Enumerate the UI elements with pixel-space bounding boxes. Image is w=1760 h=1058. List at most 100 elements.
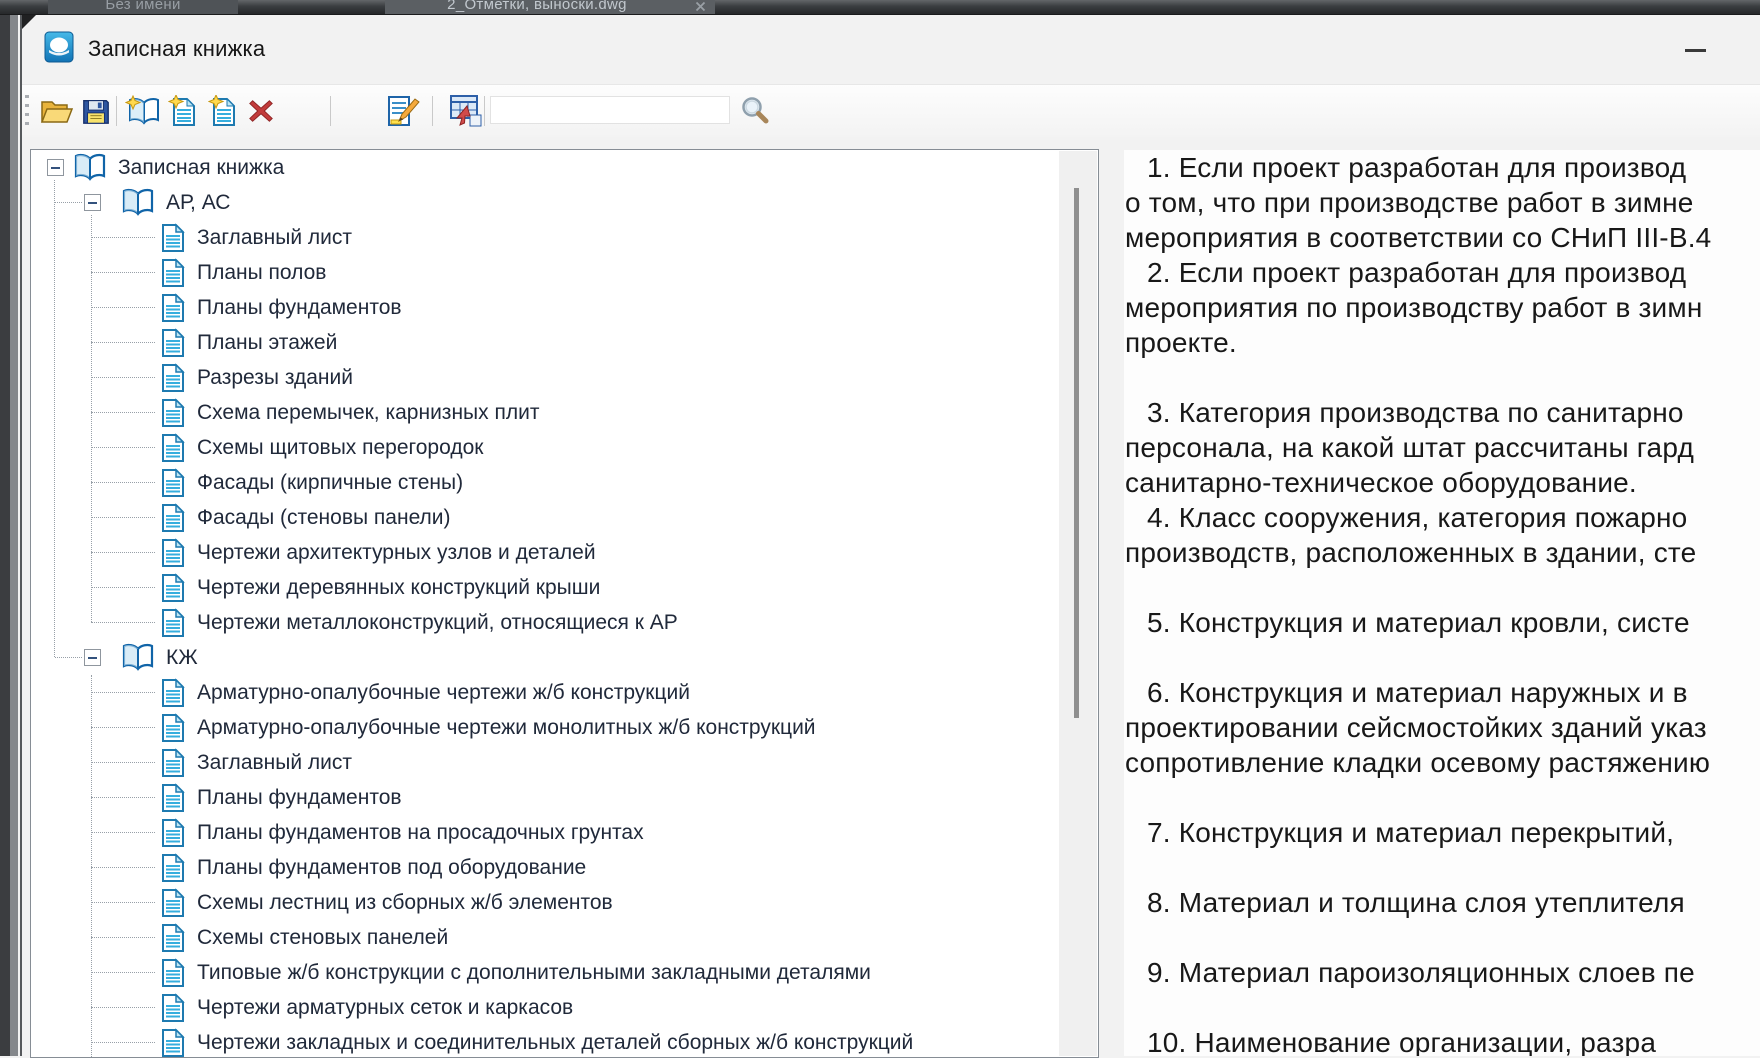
tree-item[interactable]: Разрезы зданий <box>31 360 1098 395</box>
tree-scrollbar[interactable] <box>1059 151 1097 1056</box>
tab-unnamed[interactable]: Без имени <box>48 0 238 14</box>
note-page-icon <box>160 503 186 533</box>
tree-item-label: Арматурно-опалубочные чертежи ж/б констр… <box>197 681 690 705</box>
content-line: 9. Материал пароизоляционных слоев пе <box>1125 955 1760 990</box>
new-note-from-template-button[interactable] <box>204 93 242 129</box>
content-lines: 1. Если проект разработан для производо … <box>1125 150 1760 1056</box>
tree-item[interactable]: Заглавный лист <box>31 220 1098 255</box>
tree-item[interactable]: Планы полов <box>31 255 1098 290</box>
tree-item-label: Схемы щитовых перегородок <box>197 436 483 460</box>
save-icon <box>81 96 111 126</box>
close-icon[interactable] <box>695 1 706 12</box>
export-note-button[interactable] <box>446 93 484 129</box>
collapse-icon[interactable] <box>84 194 101 211</box>
note-page-icon <box>160 468 186 498</box>
minimize-button[interactable] <box>1685 49 1706 52</box>
tab-label: 2_Отметки, выноски.dwg <box>447 0 627 13</box>
tree-connector <box>91 797 155 798</box>
tree-item[interactable]: Планы фундаментов на просадочных грунтах <box>31 815 1098 850</box>
tree-connector <box>91 902 155 903</box>
delete-note-button[interactable] <box>242 93 280 129</box>
tab-drawing[interactable]: 2_Отметки, выноски.dwg <box>385 0 715 14</box>
tree-item-label: Фасады (стеновы панели) <box>197 506 451 530</box>
scrollbar-thumb[interactable] <box>1074 188 1079 718</box>
content-line: 3. Категория производства по санитарно <box>1125 395 1760 430</box>
search-input[interactable] <box>490 96 730 124</box>
search-button[interactable] <box>736 93 774 129</box>
collapse-icon[interactable] <box>84 649 101 666</box>
tree-item[interactable]: Схемы лестниц из сборных ж/б элементов <box>31 885 1098 920</box>
toolbar-separator <box>116 96 117 126</box>
tree-item[interactable]: Фасады (стеновы панели) <box>31 500 1098 535</box>
search-icon <box>739 95 771 127</box>
tree-connector <box>91 692 155 693</box>
tree-item[interactable]: Чертежи деревянных конструкций крыши <box>31 570 1098 605</box>
notebook-tree-panel: Записная книжка АР, АС Заглавный лист Пл… <box>30 149 1099 1058</box>
tree-item[interactable]: Фасады (кирпичные стены) <box>31 465 1098 500</box>
tree-item-label: Заглавный лист <box>197 751 352 775</box>
tree-item[interactable]: Типовые ж/б конструкции с дополнительным… <box>31 955 1098 990</box>
toolbar-grip[interactable] <box>25 95 29 129</box>
new-note-template-icon <box>208 95 238 127</box>
tree-item[interactable]: Схемы щитовых перегородок <box>31 430 1098 465</box>
content-line <box>1125 570 1760 605</box>
tree-item[interactable]: КЖ <box>31 640 1098 675</box>
tree-item[interactable]: Планы фундаментов <box>31 290 1098 325</box>
content-line: персонала, на какой штат рассчитаны гард <box>1125 430 1760 465</box>
content-line: 8. Материал и толщина слоя утеплителя <box>1125 885 1760 920</box>
tree-item-label: Планы этажей <box>197 331 337 355</box>
tree-connector <box>91 237 155 238</box>
tree-item[interactable]: Арматурно-опалубочные чертежи монолитных… <box>31 710 1098 745</box>
note-content-pane[interactable]: 1. Если проект разработан для производо … <box>1124 150 1760 1056</box>
tree-item[interactable]: Схема перемычек, карнизных плит <box>31 395 1098 430</box>
tree-item[interactable]: АР, АС <box>31 185 1098 220</box>
note-page-icon <box>160 328 186 358</box>
tree-connector <box>91 972 155 973</box>
note-page-icon <box>160 993 186 1023</box>
tree-item-label: Типовые ж/б конструкции с дополнительным… <box>197 961 871 985</box>
note-page-icon <box>160 398 186 428</box>
tree-item[interactable]: Заглавный лист <box>31 745 1098 780</box>
tree-item[interactable]: Арматурно-опалубочные чертежи ж/б констр… <box>31 675 1098 710</box>
new-notebook-icon <box>125 95 161 127</box>
tree-item[interactable]: Планы этажей <box>31 325 1098 360</box>
note-page-icon <box>160 363 186 393</box>
export-table-icon <box>447 94 483 128</box>
tree-item-label: Чертежи металлоконструкций, относящиеся … <box>197 611 678 635</box>
content-line: сопротивление кладки осевому растяжению <box>1125 745 1760 780</box>
collapse-icon[interactable] <box>47 159 64 176</box>
tree-item[interactable]: Чертежи закладных и соединительных детал… <box>31 1025 1098 1058</box>
tree-item[interactable]: Планы фундаментов <box>31 780 1098 815</box>
note-page-icon <box>160 678 186 708</box>
notebook-icon <box>121 188 155 218</box>
note-page-icon <box>160 923 186 953</box>
content-line <box>1125 640 1760 675</box>
new-notebook-button[interactable] <box>124 93 162 129</box>
note-page-icon <box>160 608 186 638</box>
new-note-button[interactable] <box>164 93 202 129</box>
content-line: о том, что при производстве работ в зимн… <box>1125 185 1760 220</box>
content-line <box>1125 360 1760 395</box>
note-page-icon <box>160 293 186 323</box>
tree-item[interactable]: Чертежи архитектурных узлов и деталей <box>31 535 1098 570</box>
save-notebook-button[interactable] <box>77 93 115 129</box>
tree-connector <box>91 622 155 623</box>
tree-item-label: Планы фундаментов под оборудование <box>197 856 586 880</box>
edit-note-button[interactable] <box>384 93 422 129</box>
tree-item[interactable]: Схемы стеновых панелей <box>31 920 1098 955</box>
tree-item-label: Схема перемычек, карнизных плит <box>197 401 539 425</box>
open-notebook-button[interactable] <box>38 93 76 129</box>
tree-item-label: Схемы стеновых панелей <box>197 926 448 950</box>
tree-item[interactable]: Записная книжка <box>31 150 1098 185</box>
tree-connector <box>91 482 155 483</box>
note-page-icon <box>160 223 186 253</box>
tree-item[interactable]: Планы фундаментов под оборудование <box>31 850 1098 885</box>
notebook-toolbar <box>22 84 1760 137</box>
tree-item[interactable]: Чертежи металлоконструкций, относящиеся … <box>31 605 1098 640</box>
tree-connector <box>91 867 155 868</box>
tree-item-label: Схемы лестниц из сборных ж/б элементов <box>197 891 613 915</box>
tree-item-label: АР, АС <box>166 191 230 215</box>
window-titlebar[interactable]: Записная книжка <box>22 14 1760 84</box>
tree-item[interactable]: Чертежи арматурных сеток и каркасов <box>31 990 1098 1025</box>
screen: { "tab_bar": { "tabs": [ { "label": "Без… <box>0 0 1760 1056</box>
